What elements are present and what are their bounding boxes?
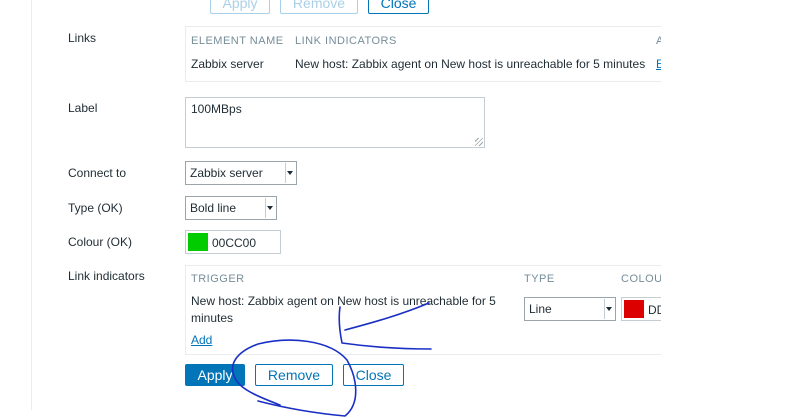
chevron-down-icon <box>265 198 275 218</box>
connect-to-select[interactable]: Zabbix server <box>185 161 297 185</box>
links-label: Links <box>68 31 97 45</box>
indicator-type-value: Line <box>529 302 552 316</box>
indicator-colour-value: DD <box>648 303 661 317</box>
label-textarea[interactable]: 100MBps <box>185 97 485 148</box>
trigger-text-line1: New host: Zabbix agent on New host is un… <box>191 294 496 308</box>
label-field-label: Label <box>68 101 98 115</box>
chevron-down-icon <box>604 299 614 319</box>
add-indicator-link[interactable]: Add <box>191 333 212 347</box>
type-ok-select[interactable]: Bold line <box>185 196 277 220</box>
apply-button-top[interactable]: Apply <box>210 0 270 14</box>
connect-to-label: Connect to <box>68 166 127 180</box>
header-type: TYPE <box>524 273 555 285</box>
type-ok-label: Type (OK) <box>68 201 123 215</box>
header-trigger: TRIGGER <box>191 273 245 285</box>
header-colour: COLOU <box>621 273 661 285</box>
links-table: ELEMENT NAME LINK INDICATORS A Zabbix se… <box>185 26 661 82</box>
colour-ok-label: Colour (OK) <box>68 235 133 249</box>
close-button[interactable]: Close <box>343 364 404 386</box>
remove-button-top[interactable]: Remove <box>280 0 358 14</box>
links-edit-link[interactable]: E <box>656 57 661 71</box>
label-textarea-value: 100MBps <box>191 102 242 116</box>
header-element-name: ELEMENT NAME <box>191 35 284 47</box>
colour-ok-swatch[interactable] <box>188 233 208 251</box>
type-ok-value: Bold line <box>190 201 237 215</box>
colour-ok-field[interactable]: 00CC00 <box>185 230 281 254</box>
indicator-colour-field[interactable]: DD <box>621 297 661 321</box>
links-element-name: Zabbix server <box>191 57 264 71</box>
remove-button[interactable]: Remove <box>255 364 333 386</box>
indicator-colour-swatch[interactable] <box>624 300 644 318</box>
chevron-down-icon <box>285 163 295 183</box>
header-cut: A <box>656 35 661 47</box>
colour-ok-value: 00CC00 <box>212 236 257 250</box>
resize-handle-icon[interactable] <box>475 138 483 146</box>
indicator-type-select[interactable]: Line <box>524 297 616 321</box>
apply-button[interactable]: Apply <box>185 364 245 386</box>
link-indicators-table: TRIGGER TYPE COLOU New host: Zabbix agen… <box>185 265 661 355</box>
connect-to-value: Zabbix server <box>190 166 263 180</box>
page-left-border <box>31 0 32 410</box>
link-indicators-label: Link indicators <box>68 269 145 283</box>
header-link-indicators: LINK INDICATORS <box>295 35 397 47</box>
links-indicator-text: New host: Zabbix agent on New host is un… <box>295 57 646 71</box>
trigger-text-line2: minutes <box>191 311 234 325</box>
close-button-top[interactable]: Close <box>368 0 429 14</box>
